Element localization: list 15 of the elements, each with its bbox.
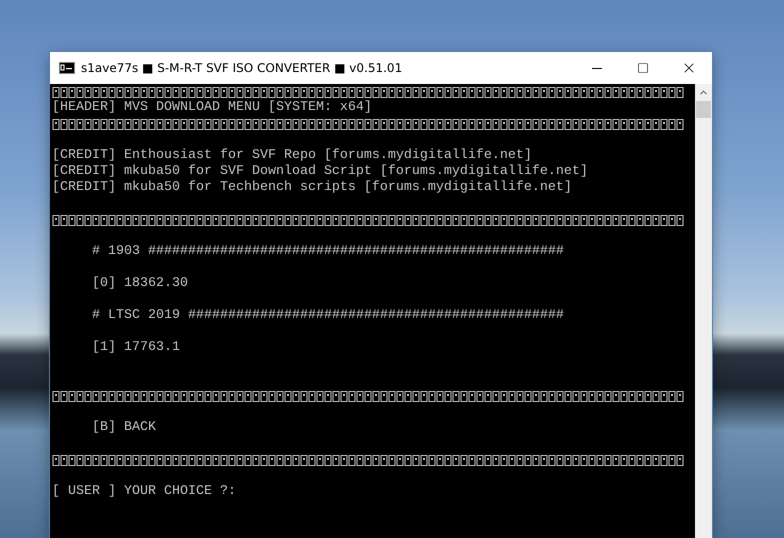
scrollbar[interactable] <box>695 84 712 538</box>
console-text: [CREDIT] mkuba50 for Techbench scripts [forums.mydigitallife.net] <box>52 180 572 195</box>
console-text: [0] 18362.30 <box>92 276 188 291</box>
console-text: [B] BACK <box>92 420 156 435</box>
console-text: [1] 17763.1 <box>92 340 180 355</box>
console-icon <box>59 62 75 74</box>
console-text: [CREDIT] mkuba50 for SVF Download Script [forums.mydigitallife.net] <box>52 164 588 179</box>
console-text: [HEADER] MVS DOWNLOAD MENU [SYSTEM: x64] <box>52 100 372 115</box>
maximize-icon <box>637 62 649 74</box>
scrollbar-thumb[interactable] <box>696 101 711 118</box>
console-text: [CREDIT] Enthousiast for SVF Repo [forums.mydigitallife.net] <box>52 148 532 163</box>
console-text: [ USER ] YOUR CHOICE ?: <box>52 484 236 499</box>
console-text: # LTSC 2019 ############################################### <box>92 308 564 323</box>
console-text: # 1903 #################################################### <box>92 244 564 259</box>
window-title: s1ave77s ■ S-M-R-T SVF ISO CONVERTER ■ v0.51.01 <box>81 61 404 75</box>
